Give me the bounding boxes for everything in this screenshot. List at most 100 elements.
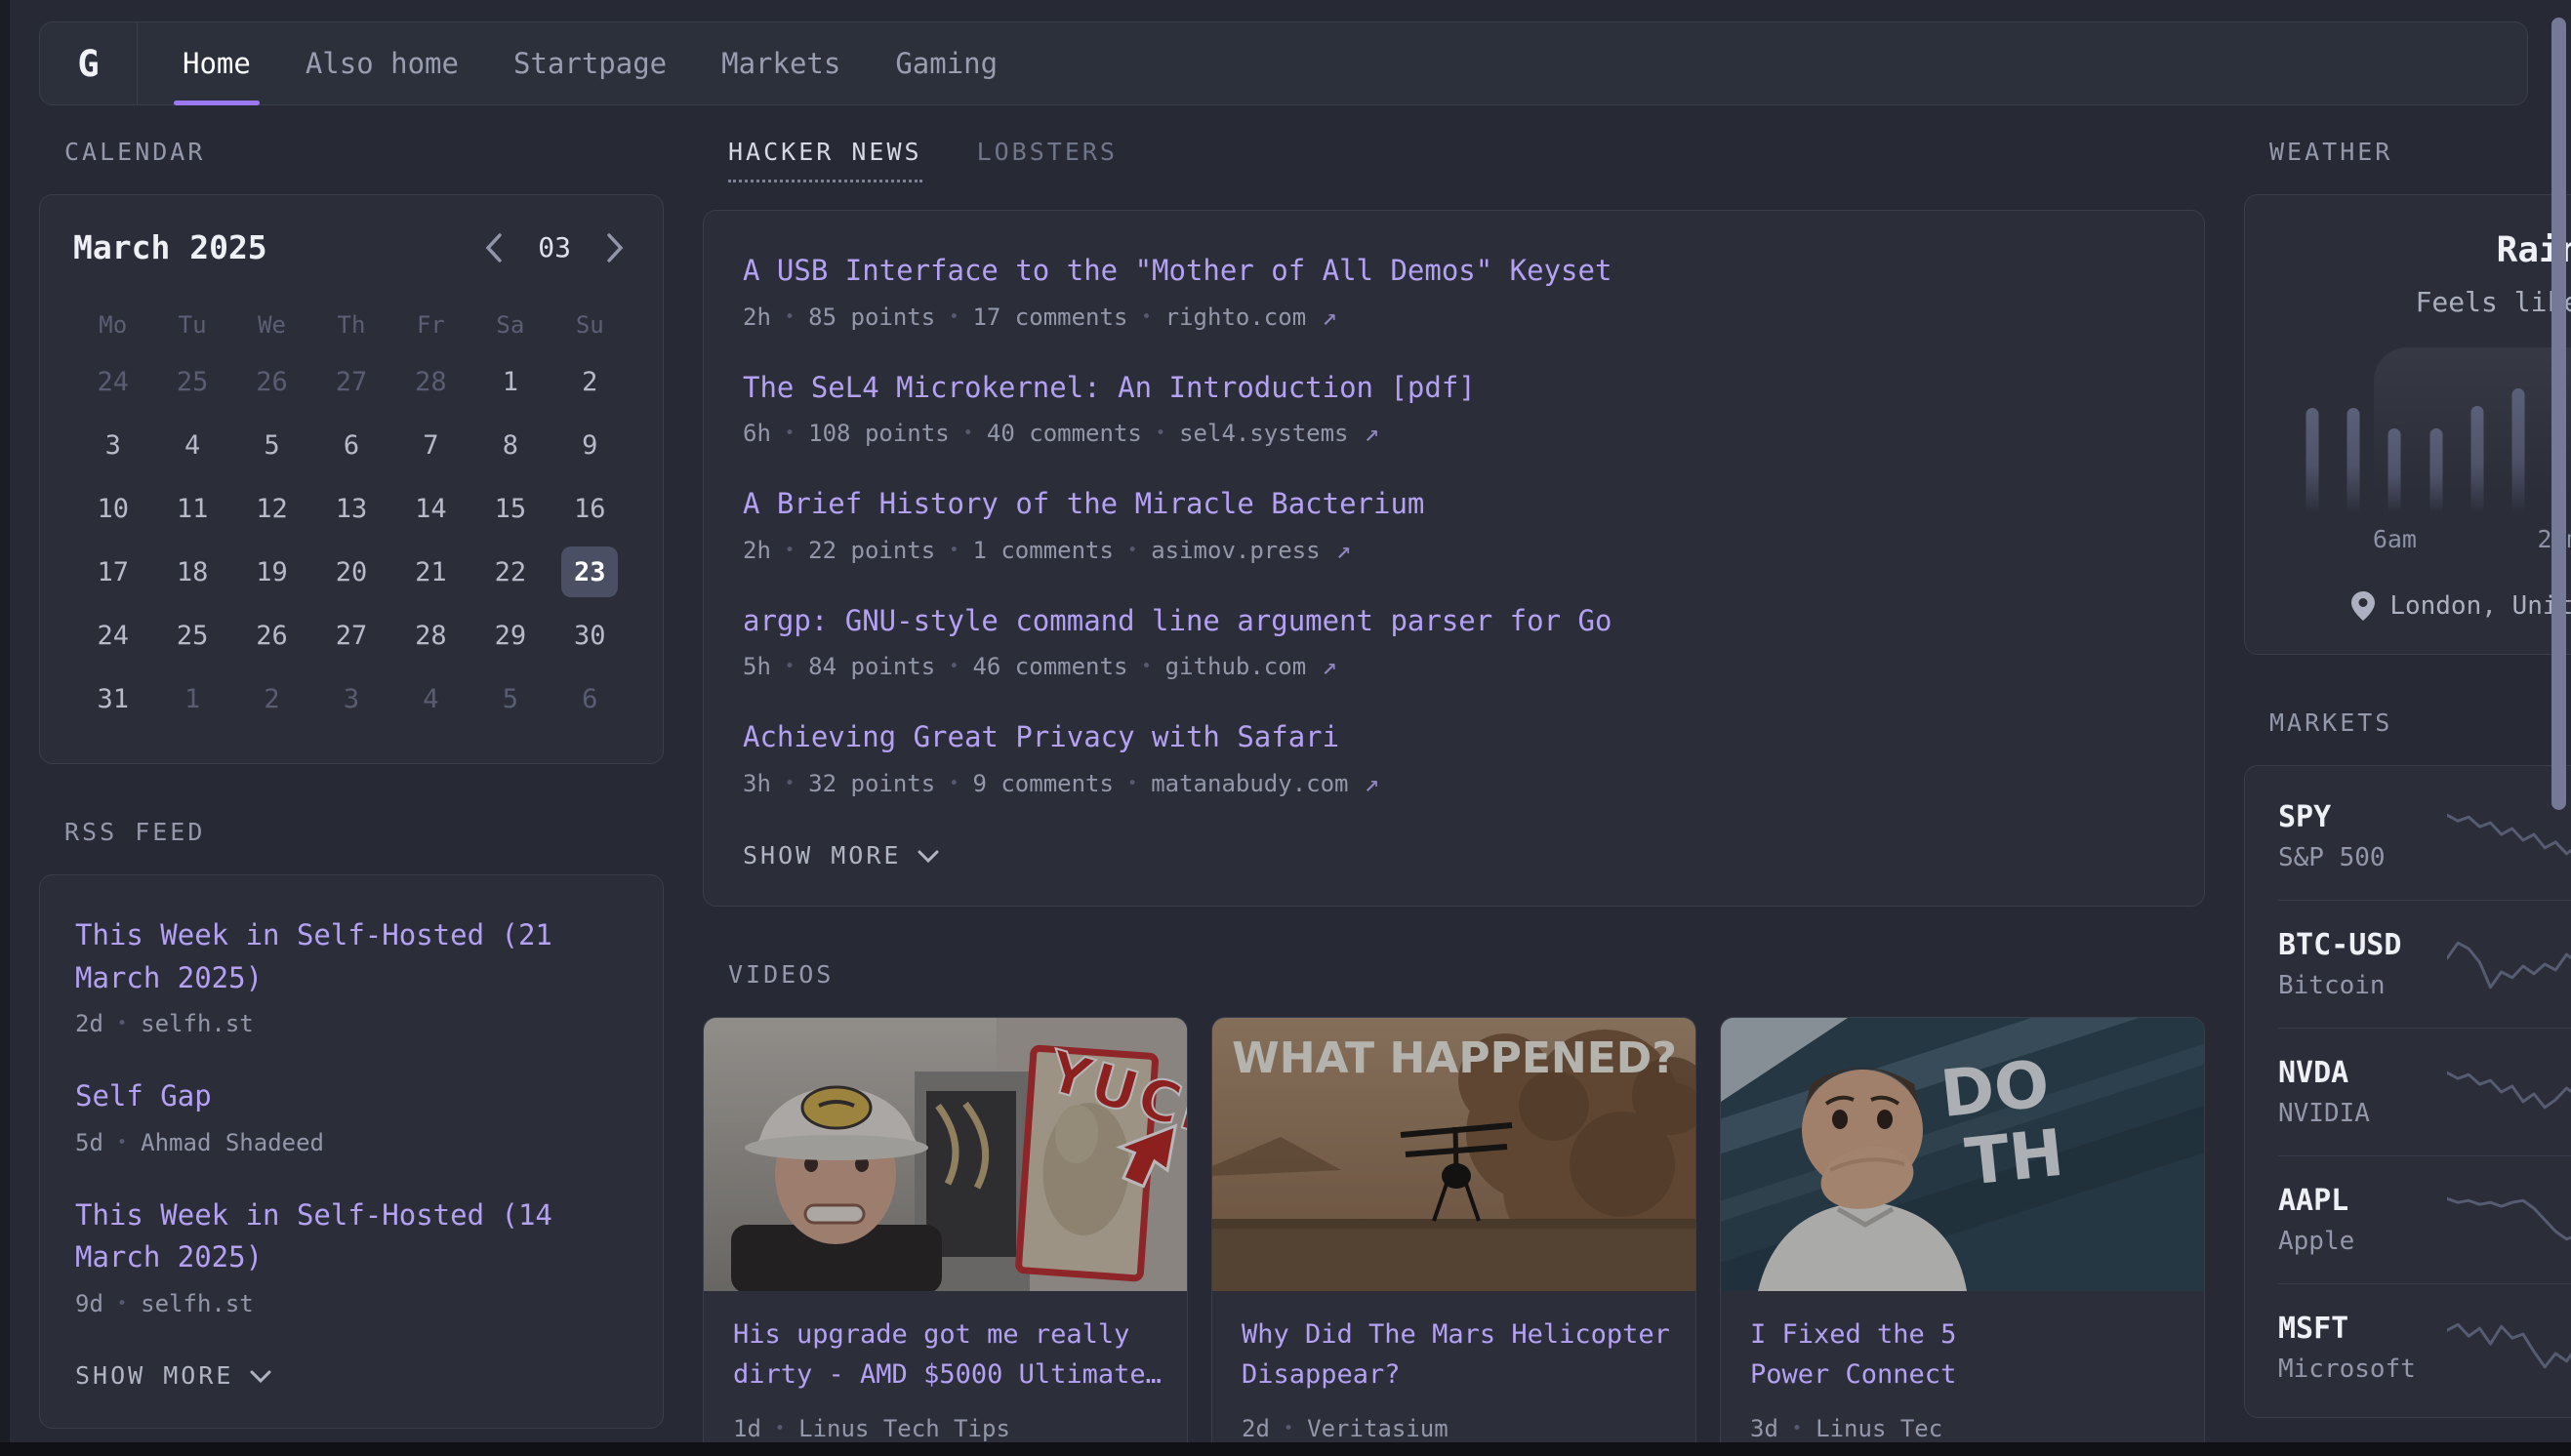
meta-text: 9d (75, 1289, 103, 1318)
video-thumbnail[interactable]: DOTH (1721, 1018, 2205, 1291)
news-item-title[interactable]: The SeL4 Microkernel: An Introduction [p… (743, 367, 2165, 410)
market-row-msft[interactable]: MSFTMicrosoft+1.14%$391.26 (2278, 1283, 2571, 1411)
news-item-title[interactable]: A USB Interface to the "Mother of All De… (743, 250, 2165, 293)
nav-tab-home[interactable]: Home (183, 22, 251, 104)
rss-show-more-button[interactable]: SHOW MORE (75, 1361, 628, 1391)
calendar-day: 1 (470, 354, 550, 409)
calendar-day: 22 (470, 545, 550, 599)
calendar-day: 12 (232, 481, 311, 536)
calendar-day: 13 (311, 481, 390, 536)
calendar-day-grid: 2425262728123456789101112131415161718192… (73, 354, 630, 726)
market-name: Microsoft (2278, 1355, 2446, 1384)
dot-separator: • (1127, 769, 1137, 798)
calendar-day: 7 (391, 418, 470, 472)
tab-lobsters[interactable]: LOBSTERS (977, 137, 1118, 167)
nav-tab-also-home[interactable]: Also home (306, 22, 459, 104)
video-title[interactable]: Power Connect (1750, 1355, 2175, 1395)
videos-section-label: VIDEOS (703, 959, 2205, 990)
rss-item-meta: 2d•selfh.st (75, 1009, 628, 1038)
markets-section-label: MARKETS (2244, 708, 2571, 738)
meta-text: 6h (743, 419, 771, 448)
calendar-day: 11 (152, 481, 231, 536)
news-item: A Brief History of the Miracle Bacterium… (743, 483, 2165, 565)
dot-separator: • (117, 1009, 127, 1038)
video-title[interactable]: Why Did The Mars Helicopter (1242, 1314, 1666, 1355)
today-pill: 23 (561, 546, 618, 597)
video-title[interactable]: I Fixed the 5 (1750, 1314, 2175, 1355)
video-thumbnail[interactable]: WHAT HAPPENED? (1212, 1018, 1696, 1291)
calendar-day: 20 (311, 545, 390, 599)
calendar-weekday: Mo (73, 311, 152, 339)
video-card: DOTH I Fixed the 5Power Connect3d•Linus … (1720, 1017, 2205, 1456)
dot-separator: • (117, 1289, 127, 1318)
news-item: The SeL4 Microkernel: An Introduction [p… (743, 367, 2165, 449)
calendar-day: 5 (470, 671, 550, 726)
rss-item-list: This Week in Self-Hosted (21 March 2025)… (75, 914, 628, 1318)
news-show-more-button[interactable]: SHOW MORE (743, 841, 2165, 870)
market-info: SPYS&P 500 (2278, 800, 2446, 872)
video-title[interactable]: Disappear? (1242, 1355, 1666, 1395)
column-left: CALENDAR March 2025 03 (39, 105, 664, 1456)
video-meta: 1d•Linus Tech Tips (733, 1414, 1158, 1443)
meta-text: Veritasium (1307, 1414, 1449, 1443)
nav-tab-startpage[interactable]: Startpage (513, 22, 667, 104)
weather-bar (2511, 388, 2524, 513)
dot-separator: • (785, 419, 795, 448)
scrollbar-thumb[interactable] (2551, 18, 2566, 810)
news-item-title[interactable]: Achieving Great Privacy with Safari (743, 716, 2165, 759)
rss-item-title[interactable]: This Week in Self-Hosted (14 March 2025) (75, 1194, 628, 1279)
calendar-day: 26 (232, 608, 311, 663)
scrollbar[interactable] (2546, 0, 2571, 1456)
rss-show-more-label: SHOW MORE (75, 1361, 233, 1391)
meta-text: 22 points (808, 536, 935, 565)
window-edge-bottom (0, 1442, 2571, 1456)
logo[interactable]: G (40, 22, 138, 104)
tab-hacker-news[interactable]: HACKER NEWS (728, 137, 922, 182)
calendar-day: 24 (73, 354, 152, 409)
nav-tab-gaming[interactable]: Gaming (895, 22, 998, 104)
rss-item-title[interactable]: Self Gap (75, 1075, 628, 1118)
markets-widget: SPYS&P 500-0.27%$563.98BTC-USDBitcoin+1.… (2244, 765, 2571, 1418)
calendar-day: 6 (551, 671, 630, 726)
calendar-day: 18 (152, 545, 231, 599)
market-row-aapl[interactable]: AAPLApple+1.95%$218.27 (2278, 1155, 2571, 1283)
meta-text: 2h (743, 303, 771, 332)
nav-tab-markets[interactable]: Markets (721, 22, 840, 104)
dot-separator: • (963, 419, 973, 448)
meta-text: 85 points (808, 303, 935, 332)
market-row-btc-usd[interactable]: BTC-USDBitcoin+1.39%$84,999.29 (2278, 900, 2571, 1028)
calendar-day: 19 (232, 545, 311, 599)
calendar-day: 4 (152, 418, 231, 472)
column-middle: HACKER NEWS LOBSTERS A USB Interface to t… (703, 105, 2205, 1456)
video-thumbnail[interactable]: YUCK (704, 1018, 1188, 1291)
meta-text: 40 comments (987, 419, 1142, 448)
calendar-weekday: Th (311, 311, 390, 339)
meta-text: Linus Tech Tips (798, 1414, 1010, 1443)
calendar-day: 28 (391, 608, 470, 663)
market-ticker: AAPL (2278, 1184, 2446, 1218)
rss-item-title[interactable]: This Week in Self-Hosted (21 March 2025) (75, 914, 628, 999)
calendar-day: 21 (391, 545, 470, 599)
market-ticker: NVDA (2278, 1056, 2446, 1090)
video-title[interactable]: His upgrade got me really (733, 1314, 1158, 1355)
calendar-day: 5 (232, 418, 311, 472)
external-link-icon: ↗ (1365, 769, 1380, 798)
chevron-left-icon[interactable] (483, 231, 505, 264)
weather-condition: Rain (2274, 230, 2571, 270)
calendar-weekday: Fr (391, 311, 470, 339)
meta-text: 84 points (808, 652, 935, 681)
calendar-day: 2 (551, 354, 630, 409)
market-row-nvda[interactable]: NVDANVIDIA-0.70%$117.70 (2278, 1028, 2571, 1155)
news-item-title[interactable]: A Brief History of the Miracle Bacterium (743, 483, 2165, 526)
dot-separator: • (1141, 652, 1151, 681)
weather-feels-like: Feels like 11°C (2274, 286, 2571, 318)
video-title[interactable]: dirty - AMD $5000 Ultimate… (733, 1355, 1158, 1395)
news-item-title[interactable]: argp: GNU-style command line argument pa… (743, 600, 2165, 643)
calendar-header: March 2025 03 (73, 228, 630, 266)
market-row-spy[interactable]: SPYS&P 500-0.27%$563.98 (2278, 772, 2571, 900)
weather-location-row: London, United Kingdom (2274, 591, 2571, 621)
weather-section-label: WEATHER (2244, 137, 2571, 167)
dot-separator: • (1127, 536, 1137, 565)
dot-separator: • (1141, 303, 1151, 332)
chevron-right-icon[interactable] (604, 231, 626, 264)
